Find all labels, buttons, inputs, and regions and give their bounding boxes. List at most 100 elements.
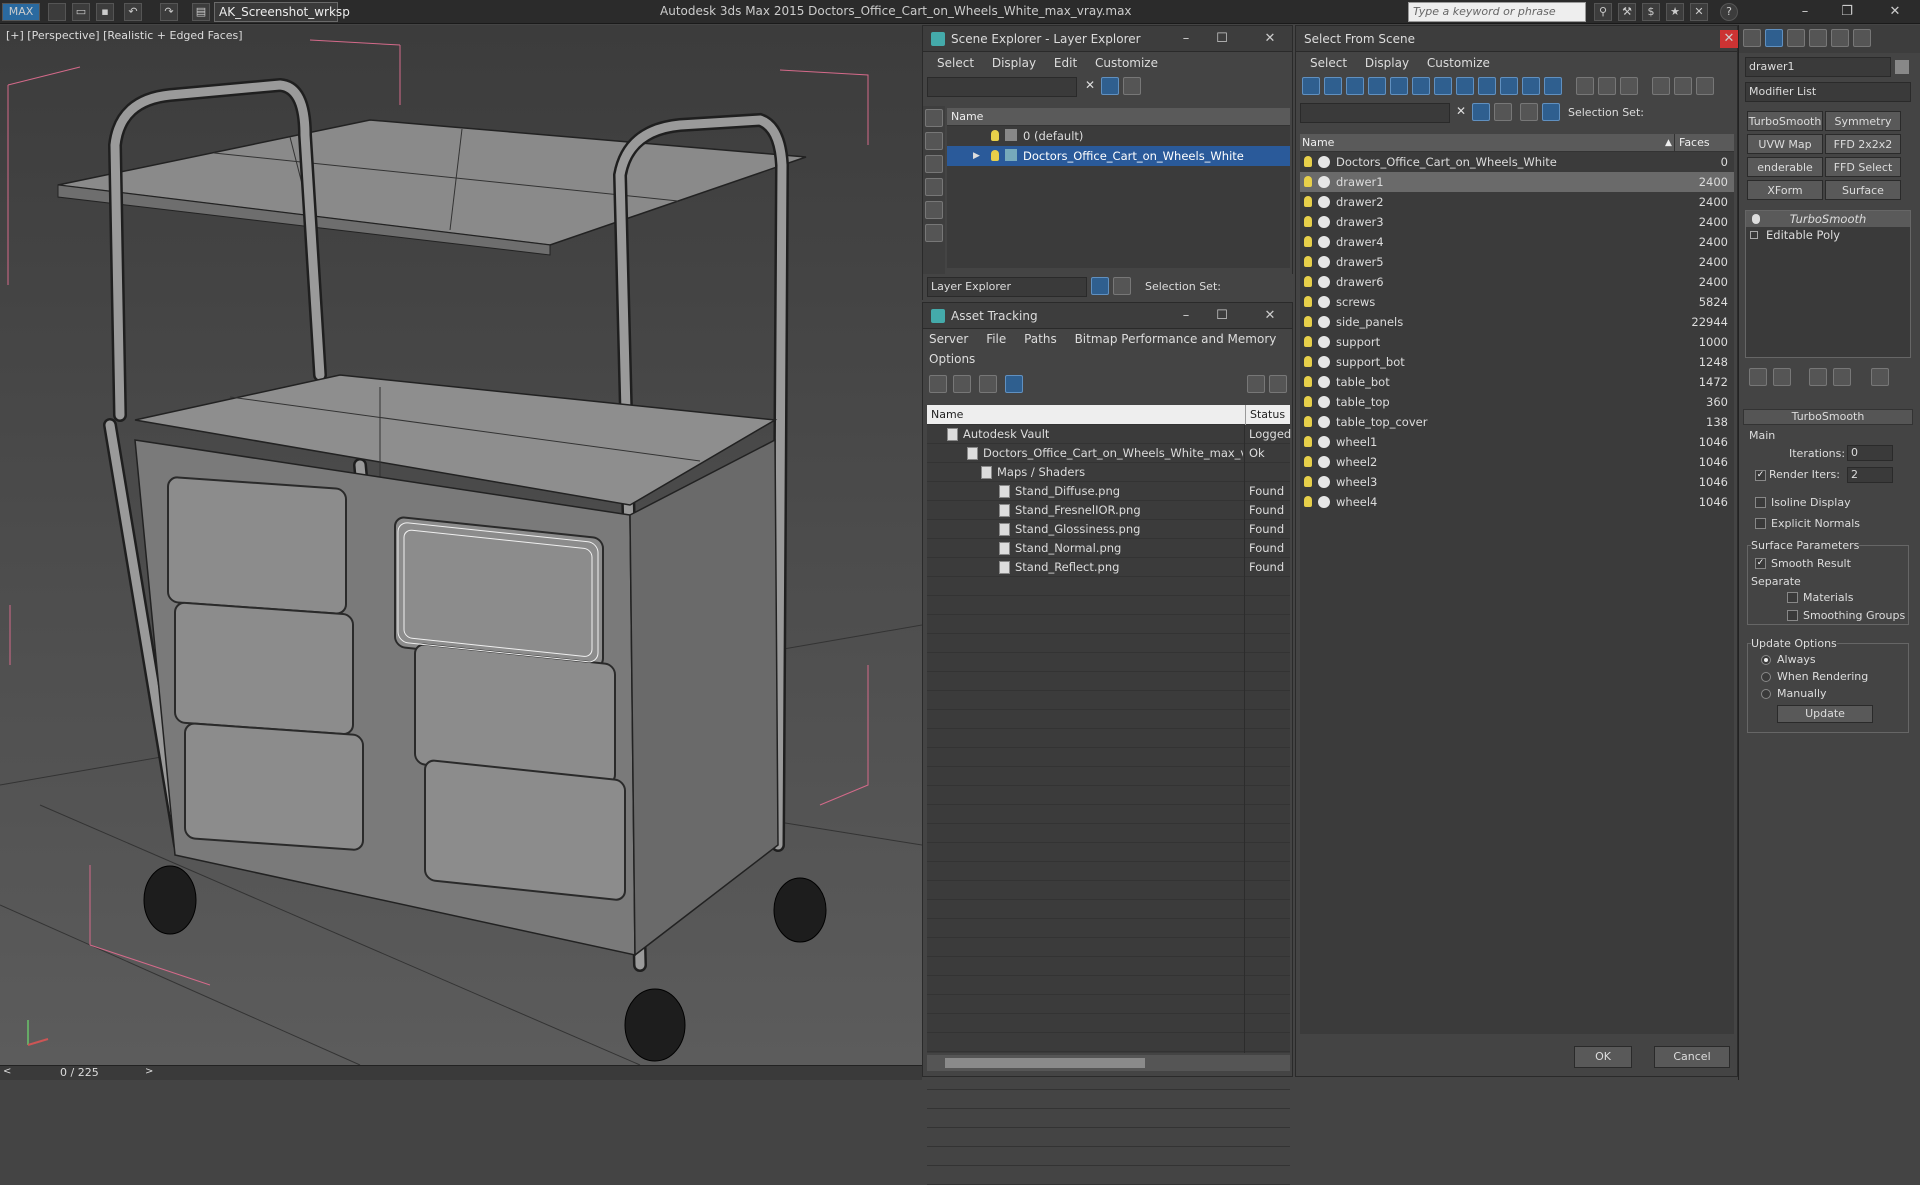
maximize-icon[interactable]: ☐ xyxy=(1205,26,1239,52)
scene-search-input[interactable] xyxy=(1300,103,1450,123)
menu-paths[interactable]: Paths xyxy=(1024,332,1057,346)
display-bones-icon[interactable] xyxy=(1478,77,1496,95)
display-lights-icon[interactable] xyxy=(1346,77,1364,95)
scrollbar-thumb[interactable] xyxy=(945,1058,1145,1068)
wrench-icon[interactable]: ⚒ xyxy=(1618,3,1636,21)
list-view-icon[interactable] xyxy=(953,375,971,393)
scene-object-row[interactable]: support_bot 1248 xyxy=(1300,352,1734,372)
scene-object-row[interactable]: support 1000 xyxy=(1300,332,1734,352)
scene-object-row[interactable]: screws 5824 xyxy=(1300,292,1734,312)
expand-arrow-icon[interactable]: ▶ xyxy=(973,146,980,166)
bulb-icon[interactable] xyxy=(1304,496,1312,507)
scene-object-row[interactable]: wheel4 1046 xyxy=(1300,492,1734,512)
display-containers-icon[interactable] xyxy=(1500,77,1518,95)
menu-display[interactable]: Display xyxy=(992,56,1036,70)
display-shapes-icon[interactable] xyxy=(1324,77,1342,95)
manually-radio[interactable] xyxy=(1761,689,1771,699)
scene-object-row[interactable]: drawer4 2400 xyxy=(1300,232,1734,252)
when-rendering-radio[interactable] xyxy=(1761,672,1771,682)
menu-select[interactable]: Select xyxy=(937,56,974,70)
display-geometry-icon[interactable] xyxy=(1302,77,1320,95)
renderable-spline-button[interactable]: enderable Spli xyxy=(1747,157,1823,177)
close-icon[interactable]: ✕ xyxy=(1253,26,1287,52)
minimize-icon[interactable]: – xyxy=(1790,2,1820,22)
symmetry-button[interactable]: Symmetry xyxy=(1825,111,1901,131)
display-all-icon[interactable] xyxy=(925,109,943,127)
cancel-button[interactable]: Cancel xyxy=(1654,1046,1730,1068)
menu-customize[interactable]: Customize xyxy=(1427,56,1490,70)
options-icon[interactable] xyxy=(1494,103,1512,121)
asset-tracking-titlebar[interactable]: Asset Tracking – ☐ ✕ xyxy=(923,303,1292,329)
bulb-icon[interactable] xyxy=(1304,376,1312,387)
menu-bitmap-performance[interactable]: Bitmap Performance and Memory xyxy=(1075,332,1277,346)
explicit-normals-checkbox[interactable] xyxy=(1755,518,1766,529)
render-iters-checkbox[interactable]: ✓ xyxy=(1755,470,1766,481)
filter-icon[interactable] xyxy=(1652,77,1670,95)
object-name-field[interactable]: drawer1 xyxy=(1745,57,1891,77)
bulb-icon[interactable] xyxy=(1304,256,1312,267)
bulb-icon[interactable] xyxy=(1304,336,1312,347)
bulb-icon[interactable] xyxy=(1304,456,1312,467)
bulb-icon[interactable] xyxy=(991,130,999,141)
scene-object-row[interactable]: drawer2 2400 xyxy=(1300,192,1734,212)
bulb-icon[interactable] xyxy=(1304,416,1312,427)
asset-row[interactable]: Stand_Reflect.png Found xyxy=(927,558,1290,577)
update-button[interactable]: Update xyxy=(1777,705,1873,723)
select-all-icon[interactable] xyxy=(1576,77,1594,95)
remove-modifier-icon[interactable] xyxy=(1833,368,1851,386)
status-column-header[interactable]: Status xyxy=(1245,405,1285,425)
bulb-icon[interactable] xyxy=(1304,476,1312,487)
menu-display[interactable]: Display xyxy=(1365,56,1409,70)
help-icon[interactable]: ? xyxy=(1720,3,1738,21)
asset-row[interactable]: Autodesk Vault Logged xyxy=(927,425,1291,444)
turbosmooth-button[interactable]: TurboSmooth xyxy=(1747,111,1823,131)
collapse-icon[interactable] xyxy=(1696,77,1714,95)
modify-tab-icon[interactable] xyxy=(1765,29,1783,47)
display-frozen-icon[interactable] xyxy=(1522,77,1540,95)
asset-row[interactable]: Stand_FresnelIOR.png Found xyxy=(927,501,1290,520)
turbosmooth-rollout-header[interactable]: TurboSmooth xyxy=(1743,409,1913,425)
smooth-result-checkbox[interactable]: ✓ xyxy=(1755,558,1766,569)
bulb-icon[interactable] xyxy=(1304,276,1312,287)
bulb-icon[interactable] xyxy=(991,150,999,161)
prev-frame-icon[interactable]: < xyxy=(3,1066,11,1077)
scene-object-row[interactable]: table_bot 1472 xyxy=(1300,372,1734,392)
minimize-icon[interactable]: – xyxy=(1169,26,1203,52)
materials-checkbox[interactable] xyxy=(1787,592,1798,603)
ok-button[interactable]: OK xyxy=(1574,1046,1632,1068)
display-spacewarps-icon[interactable] xyxy=(925,224,943,242)
menu-select[interactable]: Select xyxy=(1310,56,1347,70)
clear-search-icon[interactable]: ✕ xyxy=(1456,104,1466,118)
viewport-label[interactable]: [+] [Perspective] [Realistic + Edged Fac… xyxy=(6,29,243,42)
display-helpers-icon[interactable] xyxy=(925,201,943,219)
subscription-icon[interactable]: $ xyxy=(1642,3,1660,21)
pin-stack-icon[interactable] xyxy=(1749,368,1767,386)
display-cameras-icon[interactable] xyxy=(1368,77,1386,95)
ffd-select-button[interactable]: FFD Select xyxy=(1825,157,1901,177)
table-view-icon[interactable] xyxy=(1005,375,1023,393)
clear-search-icon[interactable]: ✕ xyxy=(1085,78,1095,92)
bulb-icon[interactable] xyxy=(1304,396,1312,407)
filter-icon[interactable] xyxy=(1101,77,1119,95)
menu-server[interactable]: Server xyxy=(929,332,968,346)
scene-object-row[interactable]: wheel1 1046 xyxy=(1300,432,1734,452)
scene-object-row[interactable]: wheel2 1046 xyxy=(1300,452,1734,472)
make-unique-icon[interactable] xyxy=(1809,368,1827,386)
close-icon[interactable]: ✕ xyxy=(1720,30,1738,48)
explorer-type-dropdown[interactable]: Layer Explorer xyxy=(927,277,1087,297)
layer-row-selected[interactable]: ▶ Doctors_Office_Cart_on_Wheels_White xyxy=(947,146,1290,166)
options-icon[interactable] xyxy=(1123,77,1141,95)
xform-button[interactable]: XForm xyxy=(1747,180,1823,200)
maximize-icon[interactable]: ☐ xyxy=(1205,303,1239,329)
scene-object-row[interactable]: drawer3 2400 xyxy=(1300,212,1734,232)
surface-select-button[interactable]: Surface Select xyxy=(1825,180,1901,200)
bulb-icon[interactable] xyxy=(1304,436,1312,447)
scene-explorer-titlebar[interactable]: Scene Explorer - Layer Explorer – ☐ ✕ xyxy=(923,26,1292,52)
bulb-icon[interactable] xyxy=(1304,216,1312,227)
select-from-scene-titlebar[interactable]: Select From Scene ✕ xyxy=(1296,26,1738,52)
select-none-icon[interactable] xyxy=(1598,77,1616,95)
asset-row[interactable]: Stand_Normal.png Found xyxy=(927,539,1290,558)
help-icon[interactable] xyxy=(1247,375,1265,393)
configure-sets-icon[interactable] xyxy=(1871,368,1889,386)
show-end-result-icon[interactable] xyxy=(1773,368,1791,386)
